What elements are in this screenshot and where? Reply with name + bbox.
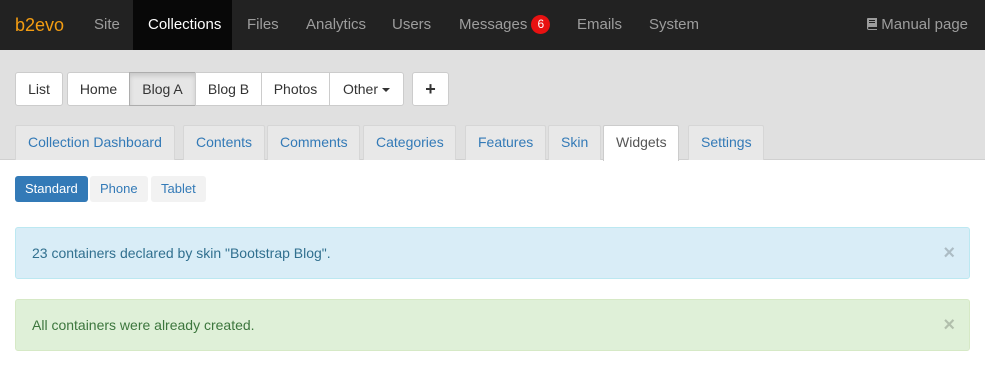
success-alert-text: All containers were already created. (32, 317, 255, 333)
unread-messages-badge: 6 (531, 15, 551, 34)
collection-blog-a-button[interactable]: Blog A (129, 72, 196, 106)
collection-blog-b-button[interactable]: Blog B (195, 72, 262, 106)
info-alert: 23 containers declared by skin "Bootstra… (15, 227, 970, 279)
tab-skin[interactable]: Skin (548, 125, 601, 160)
nav-item-messages[interactable]: Messages 6 (444, 0, 562, 50)
nav-item-analytics[interactable]: Analytics (291, 0, 377, 50)
manual-page-label: Manual page (881, 16, 968, 33)
nav-item-files[interactable]: Files (232, 0, 291, 50)
tab-features[interactable]: Features (465, 125, 546, 160)
tab-comments[interactable]: Comments (267, 125, 360, 160)
add-collection-button[interactable]: + (412, 72, 449, 106)
tab-categories[interactable]: Categories (363, 125, 456, 160)
caret-down-icon (382, 88, 390, 93)
tab-collection-dashboard[interactable]: Collection Dashboard (15, 125, 175, 160)
top-navbar: b2evo Site Collections Files Analytics U… (0, 0, 985, 50)
brand-logo[interactable]: b2evo (15, 0, 64, 50)
list-collections-button[interactable]: List (15, 72, 63, 106)
tab-settings[interactable]: Settings (688, 125, 764, 160)
nav-item-emails[interactable]: Emails (562, 0, 634, 50)
success-alert: All containers were already created. × (15, 299, 970, 351)
tab-contents[interactable]: Contents (183, 125, 265, 160)
book-icon (867, 18, 878, 30)
collection-other-label: Other (342, 81, 378, 97)
collection-home-button[interactable]: Home (67, 72, 130, 106)
close-icon[interactable]: × (943, 228, 955, 278)
nav-item-site[interactable]: Site (80, 0, 133, 50)
subtab-tablet[interactable]: Tablet (151, 176, 206, 202)
collection-other-dropdown[interactable]: Other (329, 72, 404, 106)
nav-item-users[interactable]: Users (377, 0, 444, 50)
nav-item-system[interactable]: System (634, 0, 711, 50)
plus-icon: + (425, 79, 436, 99)
collection-photos-button[interactable]: Photos (261, 72, 330, 106)
subtab-phone[interactable]: Phone (90, 176, 148, 202)
manual-page-link[interactable]: Manual page (866, 0, 968, 50)
close-icon[interactable]: × (943, 300, 955, 350)
tab-widgets[interactable]: Widgets (603, 125, 679, 161)
nav-item-collections[interactable]: Collections (133, 0, 232, 50)
nav-item-messages-label: Messages (459, 16, 528, 33)
subtab-standard[interactable]: Standard (15, 176, 88, 202)
info-alert-text: 23 containers declared by skin "Bootstra… (32, 245, 331, 261)
